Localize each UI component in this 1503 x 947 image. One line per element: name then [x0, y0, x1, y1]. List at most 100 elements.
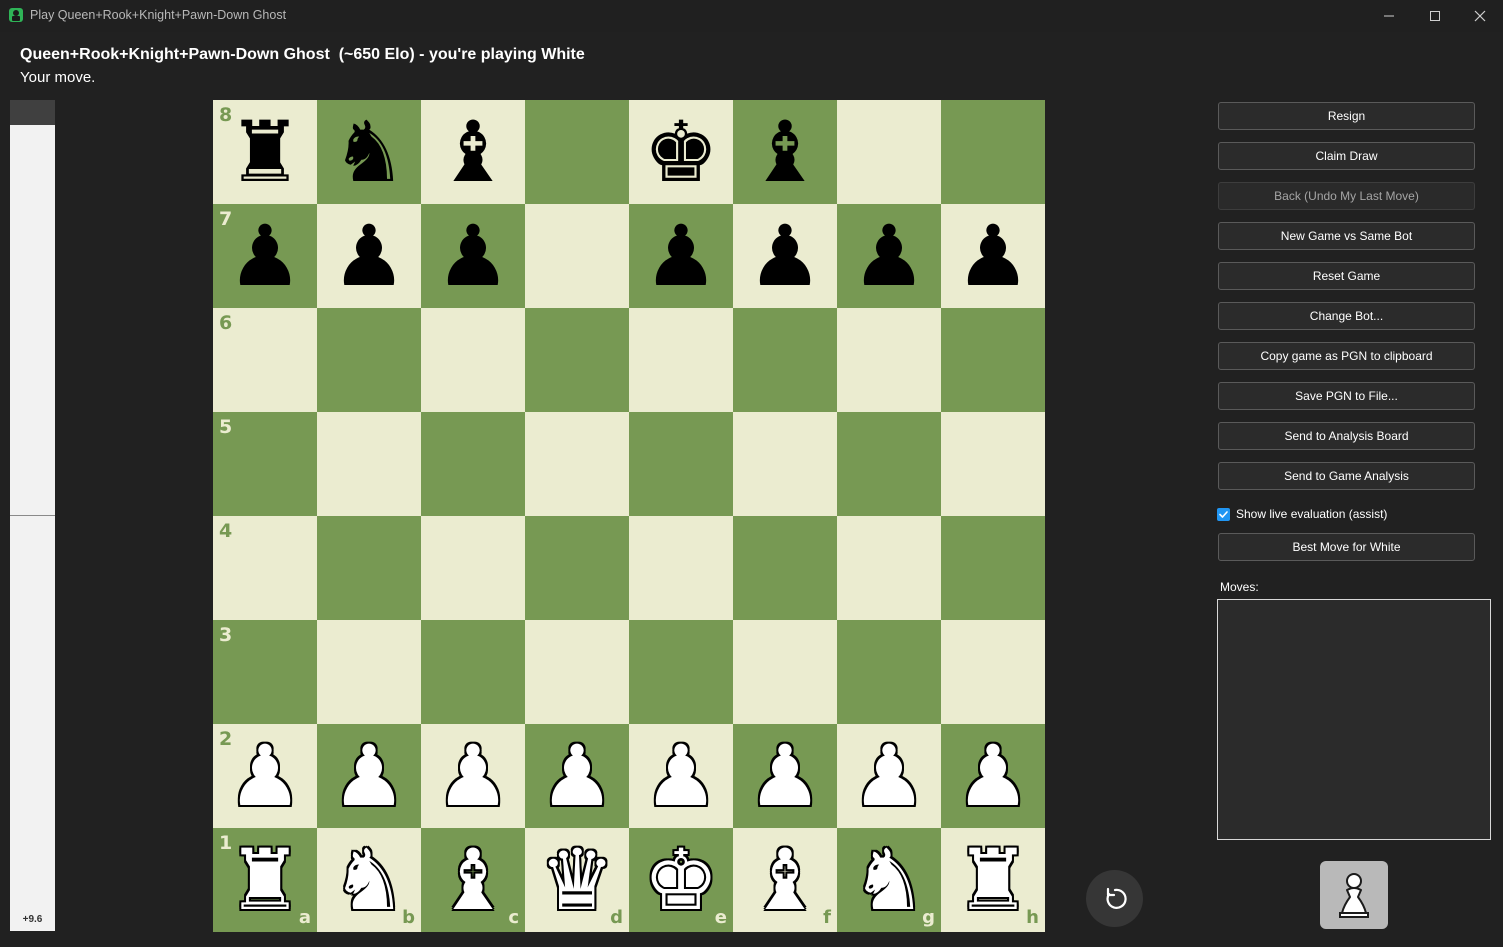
- white-rook-icon[interactable]: ♜: [941, 828, 1045, 932]
- square-e5[interactable]: [629, 412, 733, 516]
- square-d1[interactable]: d ♛: [525, 828, 629, 932]
- square-b4[interactable]: [317, 516, 421, 620]
- white-pawn-icon[interactable]: ♟: [629, 724, 733, 828]
- square-f8[interactable]: ♝: [733, 100, 837, 204]
- best-move-button[interactable]: Best Move for White: [1218, 533, 1475, 561]
- black-knight-icon[interactable]: ♞: [317, 100, 421, 204]
- square-b7[interactable]: ♟: [317, 204, 421, 308]
- square-a1[interactable]: 1 a ♜: [213, 828, 317, 932]
- minimize-button[interactable]: [1366, 0, 1412, 32]
- copy-pgn-button[interactable]: Copy game as PGN to clipboard: [1218, 342, 1475, 370]
- claim-draw-button[interactable]: Claim Draw: [1218, 142, 1475, 170]
- square-b1[interactable]: b ♞: [317, 828, 421, 932]
- square-h7[interactable]: ♟: [941, 204, 1045, 308]
- white-pawn-icon[interactable]: ♟: [837, 724, 941, 828]
- black-pawn-icon[interactable]: ♟: [317, 204, 421, 308]
- white-rook-icon[interactable]: ♜: [213, 828, 317, 932]
- square-a7[interactable]: 7 ♟: [213, 204, 317, 308]
- square-a4[interactable]: 4: [213, 516, 317, 620]
- change-bot-button[interactable]: Change Bot...: [1218, 302, 1475, 330]
- square-d4[interactable]: [525, 516, 629, 620]
- checkbox-checked-icon[interactable]: [1217, 507, 1230, 521]
- square-g3[interactable]: [837, 620, 941, 724]
- square-d7[interactable]: [525, 204, 629, 308]
- square-f5[interactable]: [733, 412, 837, 516]
- square-b3[interactable]: [317, 620, 421, 724]
- square-g6[interactable]: [837, 308, 941, 412]
- square-a3[interactable]: 3: [213, 620, 317, 724]
- square-f2[interactable]: ♟: [733, 724, 837, 828]
- white-bishop-icon[interactable]: ♝: [421, 828, 525, 932]
- pawn-piece-button[interactable]: [1320, 861, 1388, 929]
- square-h1[interactable]: h ♜: [941, 828, 1045, 932]
- close-button[interactable]: [1457, 0, 1503, 32]
- square-g4[interactable]: [837, 516, 941, 620]
- white-pawn-icon[interactable]: ♟: [213, 724, 317, 828]
- black-king-icon[interactable]: ♚: [629, 100, 733, 204]
- square-e8[interactable]: ♚: [629, 100, 733, 204]
- square-f4[interactable]: [733, 516, 837, 620]
- square-c1[interactable]: c ♝: [421, 828, 525, 932]
- square-h6[interactable]: [941, 308, 1045, 412]
- square-a5[interactable]: 5: [213, 412, 317, 516]
- square-a2[interactable]: 2 ♟: [213, 724, 317, 828]
- send-game-analysis-button[interactable]: Send to Game Analysis: [1218, 462, 1475, 490]
- white-knight-icon[interactable]: ♞: [837, 828, 941, 932]
- square-e7[interactable]: ♟: [629, 204, 733, 308]
- square-f1[interactable]: f ♝: [733, 828, 837, 932]
- square-f7[interactable]: ♟: [733, 204, 837, 308]
- square-g2[interactable]: ♟: [837, 724, 941, 828]
- flip-board-button[interactable]: [1086, 870, 1143, 927]
- square-c6[interactable]: [421, 308, 525, 412]
- resign-button[interactable]: Resign: [1218, 102, 1475, 130]
- square-g7[interactable]: ♟: [837, 204, 941, 308]
- square-g5[interactable]: [837, 412, 941, 516]
- square-h8[interactable]: [941, 100, 1045, 204]
- square-h5[interactable]: [941, 412, 1045, 516]
- square-d5[interactable]: [525, 412, 629, 516]
- black-bishop-icon[interactable]: ♝: [733, 100, 837, 204]
- chess-board[interactable]: 8 ♜ ♞ ♝ ♚ ♝ 7 ♟ ♟ ♟ ♟ ♟ ♟ ♟ 6 5 4 3 2 ♟ ♟ ♟ ♟ ♟ ♟ ♟ ♟ 1 a ♜ b ♞ c ♝ d ♛ e ♚ f ♝…: [213, 100, 1045, 932]
- black-pawn-icon[interactable]: ♟: [629, 204, 733, 308]
- black-pawn-icon[interactable]: ♟: [837, 204, 941, 308]
- square-d2[interactable]: ♟: [525, 724, 629, 828]
- white-pawn-icon[interactable]: ♟: [525, 724, 629, 828]
- square-f6[interactable]: [733, 308, 837, 412]
- black-pawn-icon[interactable]: ♟: [941, 204, 1045, 308]
- white-bishop-icon[interactable]: ♝: [733, 828, 837, 932]
- white-pawn-icon[interactable]: ♟: [941, 724, 1045, 828]
- undo-move-button[interactable]: Back (Undo My Last Move): [1218, 182, 1475, 210]
- square-b5[interactable]: [317, 412, 421, 516]
- square-e3[interactable]: [629, 620, 733, 724]
- square-d6[interactable]: [525, 308, 629, 412]
- square-c4[interactable]: [421, 516, 525, 620]
- square-e4[interactable]: [629, 516, 733, 620]
- black-pawn-icon[interactable]: ♟: [421, 204, 525, 308]
- square-g1[interactable]: g ♞: [837, 828, 941, 932]
- send-analysis-board-button[interactable]: Send to Analysis Board: [1218, 422, 1475, 450]
- square-c2[interactable]: ♟: [421, 724, 525, 828]
- square-c3[interactable]: [421, 620, 525, 724]
- square-c7[interactable]: ♟: [421, 204, 525, 308]
- save-pgn-button[interactable]: Save PGN to File...: [1218, 382, 1475, 410]
- square-h4[interactable]: [941, 516, 1045, 620]
- black-rook-icon[interactable]: ♜: [213, 100, 317, 204]
- square-e1[interactable]: e ♚: [629, 828, 733, 932]
- black-pawn-icon[interactable]: ♟: [733, 204, 837, 308]
- black-pawn-icon[interactable]: ♟: [213, 204, 317, 308]
- reset-game-button[interactable]: Reset Game: [1218, 262, 1475, 290]
- white-pawn-icon[interactable]: ♟: [317, 724, 421, 828]
- square-e2[interactable]: ♟: [629, 724, 733, 828]
- white-pawn-icon[interactable]: ♟: [733, 724, 837, 828]
- square-e6[interactable]: [629, 308, 733, 412]
- square-g8[interactable]: [837, 100, 941, 204]
- black-bishop-icon[interactable]: ♝: [421, 100, 525, 204]
- square-c5[interactable]: [421, 412, 525, 516]
- square-a8[interactable]: 8 ♜: [213, 100, 317, 204]
- white-queen-icon[interactable]: ♛: [525, 828, 629, 932]
- square-b2[interactable]: ♟: [317, 724, 421, 828]
- square-c8[interactable]: ♝: [421, 100, 525, 204]
- square-a6[interactable]: 6: [213, 308, 317, 412]
- moves-list[interactable]: [1217, 599, 1491, 840]
- square-d8[interactable]: [525, 100, 629, 204]
